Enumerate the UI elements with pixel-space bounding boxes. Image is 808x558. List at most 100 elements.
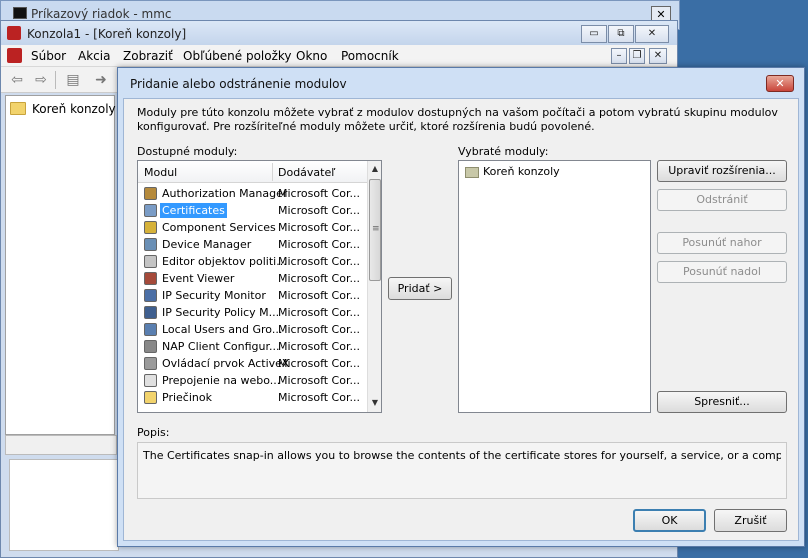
list-item[interactable]: Prepojenie na webo... Microsoft Cor...	[138, 372, 367, 389]
move-up-button[interactable]: Posunúť nahor	[657, 232, 787, 254]
status-bar	[5, 435, 117, 455]
menu-action[interactable]: Akcia	[78, 49, 110, 63]
ok-button[interactable]: OK	[633, 509, 706, 532]
column-header-vendor[interactable]: Dodávateľ	[278, 166, 335, 179]
event-viewer-icon	[144, 272, 157, 285]
activex-control-icon	[144, 357, 157, 370]
export-list-icon[interactable]: ➜	[91, 71, 111, 89]
lower-pane	[9, 459, 119, 551]
list-item[interactable]: IP Security Policy M... Microsoft Cor...	[138, 304, 367, 321]
forward-arrow-icon[interactable]: ⇨	[31, 71, 51, 89]
move-down-button[interactable]: Posunúť nadol	[657, 261, 787, 283]
list-item-vendor: Microsoft Cor...	[278, 374, 360, 387]
list-item[interactable]: Component Services Microsoft Cor...	[138, 219, 367, 236]
dialog-close-button[interactable]: ✕	[766, 75, 794, 92]
dialog-description: Moduly pre túto konzolu môžete vybrať z …	[137, 106, 778, 133]
tree-pane: Koreň konzoly	[5, 95, 116, 435]
ip-security-monitor-icon	[144, 289, 157, 302]
list-item[interactable]: Event Viewer Microsoft Cor...	[138, 270, 367, 287]
list-item[interactable]: Certificates Microsoft Cor...	[138, 202, 367, 219]
list-item-vendor: Microsoft Cor...	[278, 204, 360, 217]
list-item-name: Local Users and Gro...	[162, 323, 283, 336]
toolbar-separator	[55, 71, 56, 89]
list-item-name: IP Security Policy M...	[162, 306, 280, 319]
dialog-title: Pridanie alebo odstránenie modulov	[130, 77, 347, 91]
description-label: Popis:	[137, 426, 170, 439]
menu-file[interactable]: Súbor	[31, 49, 66, 63]
add-remove-snapins-dialog: Pridanie alebo odstránenie modulov ✕ Mod…	[117, 67, 805, 547]
list-item-vendor: Microsoft Cor...	[278, 255, 360, 268]
list-item-name: Component Services	[162, 221, 276, 234]
scroll-down-icon[interactable]: ▼	[368, 395, 381, 411]
component-services-icon	[144, 221, 157, 234]
add-button[interactable]: Pridať >	[388, 277, 452, 300]
column-divider[interactable]	[272, 163, 273, 181]
list-item-vendor: Microsoft Cor...	[278, 221, 360, 234]
console-root-icon	[465, 167, 479, 178]
menu-bar: Súbor Akcia Zobraziť Obľúbené položky Ok…	[1, 45, 677, 67]
console-close-button[interactable]: ✕	[635, 25, 669, 43]
console-titlebar: Konzola1 - [Koreň konzoly] ▭ ⧉ ✕	[1, 21, 677, 45]
list-item-name: Priečinok	[162, 391, 212, 404]
mdi-minimize-button[interactable]: –	[611, 48, 627, 64]
mmc-app-icon	[7, 26, 21, 40]
menu-favorites[interactable]: Obľúbené položky	[183, 49, 292, 63]
menu-window[interactable]: Okno	[296, 49, 327, 63]
list-item[interactable]: Editor objektov politi... Microsoft Cor..…	[138, 253, 367, 270]
vertical-scrollbar[interactable]: ▲ ≡ ▼	[367, 161, 381, 412]
menu-view[interactable]: Zobraziť	[123, 49, 173, 63]
selected-item-label: Koreň konzoly	[483, 165, 560, 178]
list-item[interactable]: NAP Client Configur... Microsoft Cor...	[138, 338, 367, 355]
folder-icon	[10, 102, 26, 115]
tree-item-console-root[interactable]: Koreň konzoly	[10, 100, 116, 118]
remove-button[interactable]: Odstrániť	[657, 189, 787, 211]
console-minimize-button[interactable]: ▭	[581, 25, 607, 43]
tree-item-label: Koreň konzoly	[32, 102, 116, 116]
console-maximize-button[interactable]: ⧉	[608, 25, 634, 43]
selected-snapins-list[interactable]: Koreň konzoly	[458, 160, 651, 413]
command-prompt-title: Príkazový riadok - mmc	[31, 7, 172, 21]
description-box: The Certificates snap-in allows you to b…	[137, 442, 787, 499]
list-item-vendor: Microsoft Cor...	[278, 238, 360, 251]
list-item[interactable]: Ovládací prvok ActiveX Microsoft Cor...	[138, 355, 367, 372]
list-item[interactable]: Device Manager Microsoft Cor...	[138, 236, 367, 253]
list-item[interactable]: Authorization Manager Microsoft Cor...	[138, 185, 367, 202]
dialog-body: Moduly pre túto konzolu môžete vybrať z …	[123, 98, 799, 541]
list-item[interactable]: Local Users and Gro... Microsoft Cor...	[138, 321, 367, 338]
available-snapins-list[interactable]: Modul Dodávateľ Authorization Manager Mic…	[137, 160, 382, 413]
list-item-vendor: Microsoft Cor...	[278, 323, 360, 336]
console-title: Konzola1 - [Koreň konzoly]	[27, 27, 187, 41]
menu-help[interactable]: Pomocník	[341, 49, 399, 63]
list-item-vendor: Microsoft Cor...	[278, 340, 360, 353]
advanced-button[interactable]: Spresniť...	[657, 391, 787, 413]
nap-client-icon	[144, 340, 157, 353]
dialog-titlebar: Pridanie alebo odstránenie modulov ✕	[118, 68, 804, 98]
mdi-restore-button[interactable]: ❐	[629, 48, 645, 64]
certificates-icon	[144, 204, 157, 217]
description-text: The Certificates snap-in allows you to b…	[143, 449, 781, 462]
list-item-name: Device Manager	[162, 238, 252, 251]
ip-security-policy-icon	[144, 306, 157, 319]
show-hide-tree-icon[interactable]: ▤	[63, 71, 83, 89]
local-users-icon	[144, 323, 157, 336]
list-item-vendor: Microsoft Cor...	[278, 289, 360, 302]
back-arrow-icon[interactable]: ⇦	[7, 71, 27, 89]
list-item-vendor: Microsoft Cor...	[278, 272, 360, 285]
mdi-close-button[interactable]: ✕	[649, 48, 667, 64]
column-header-module[interactable]: Modul	[144, 166, 177, 179]
edit-extensions-button[interactable]: Upraviť rozšírenia...	[657, 160, 787, 182]
scroll-thumb[interactable]: ≡	[369, 179, 381, 281]
list-item-name: Event Viewer	[162, 272, 235, 285]
list-item-name: IP Security Monitor	[162, 289, 266, 302]
console-document-icon	[7, 48, 22, 63]
list-item-vendor: Microsoft Cor...	[278, 306, 360, 319]
scroll-grip-icon: ≡	[372, 224, 380, 234]
list-item-name: Ovládací prvok ActiveX	[162, 357, 290, 370]
list-item-vendor: Microsoft Cor...	[278, 391, 360, 404]
list-header: Modul Dodávateľ	[138, 161, 367, 183]
command-prompt-icon	[13, 7, 27, 19]
list-item[interactable]: IP Security Monitor Microsoft Cor...	[138, 287, 367, 304]
scroll-up-icon[interactable]: ▲	[368, 161, 381, 177]
list-item[interactable]: Priečinok Microsoft Cor...	[138, 389, 367, 406]
cancel-button[interactable]: Zrušiť	[714, 509, 787, 532]
